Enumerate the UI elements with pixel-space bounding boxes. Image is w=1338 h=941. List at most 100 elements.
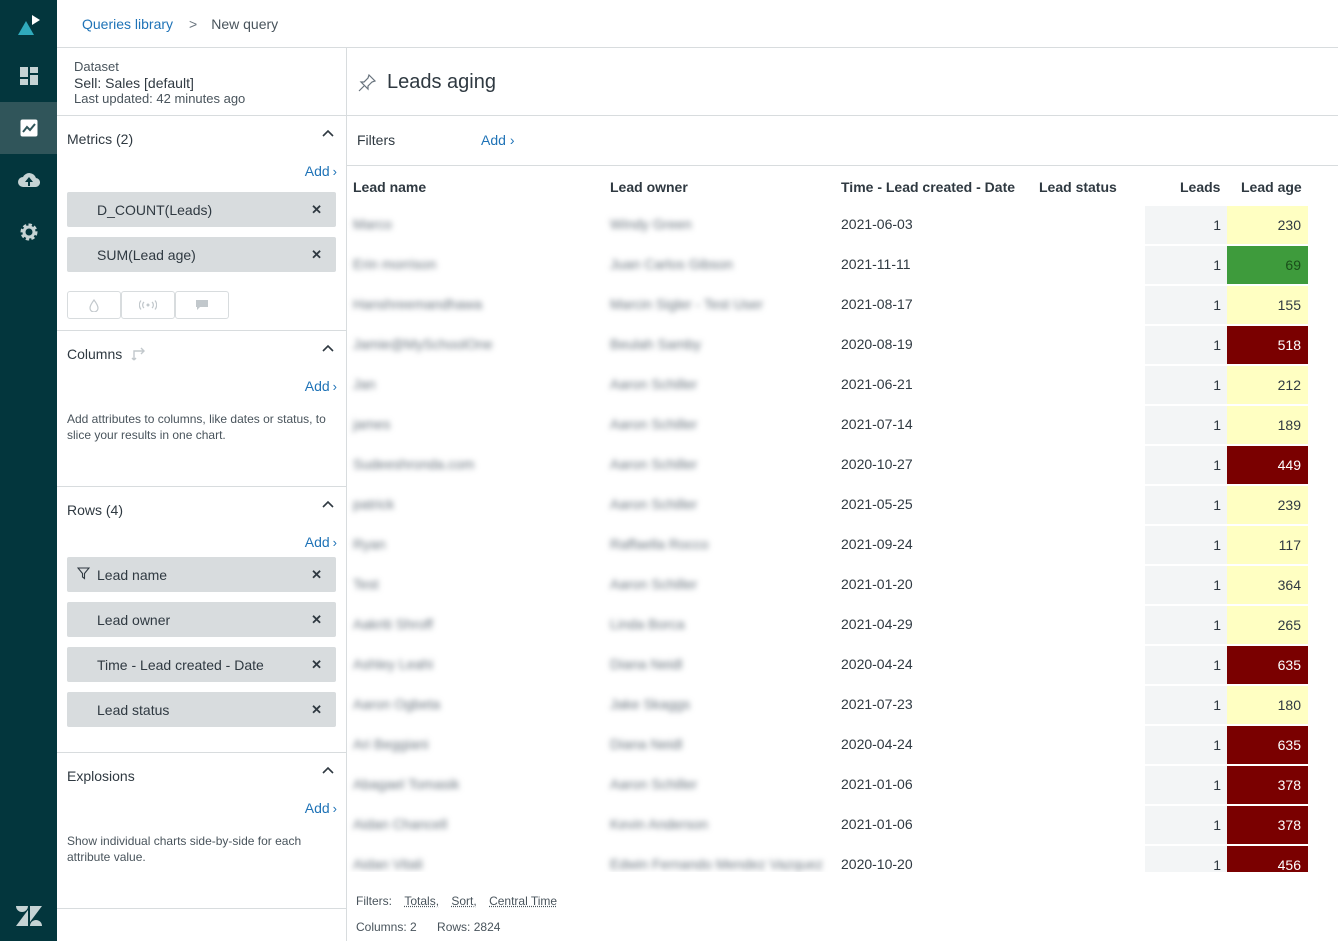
table-row[interactable]: Marco Windy Green 2021-06-03 1 230 bbox=[347, 204, 1338, 244]
lead-created-date-cell: 2021-04-29 bbox=[841, 604, 1031, 644]
table-row[interactable]: patrick Aaron Schiller 2021-05-25 1 239 bbox=[347, 484, 1338, 524]
filter-funnel-icon[interactable] bbox=[77, 567, 90, 580]
lead-created-date-cell: 2021-11-11 bbox=[841, 244, 1031, 284]
metric-pill[interactable]: D_COUNT(Leads) ✕ bbox=[67, 192, 336, 227]
remove-row-close-icon[interactable]: ✕ bbox=[311, 567, 322, 583]
reports-icon[interactable] bbox=[0, 102, 57, 154]
columns-title: Columns bbox=[67, 346, 147, 362]
leads-count-cell: 1 bbox=[1145, 686, 1227, 724]
leads-count-cell: 1 bbox=[1145, 486, 1227, 524]
metric-pill[interactable]: SUM(Lead age) ✕ bbox=[67, 237, 336, 272]
add-metric-link[interactable]: Add › bbox=[305, 163, 337, 179]
broadcast-icon[interactable] bbox=[121, 291, 175, 319]
settings-gear-icon[interactable] bbox=[0, 206, 57, 258]
add-row-link[interactable]: Add › bbox=[305, 534, 337, 550]
lead-name-cell: Aaron Ogbeta bbox=[353, 684, 598, 724]
table-row[interactable]: Sudeeshronda.com Aaron Schiller 2020-10-27… bbox=[347, 444, 1338, 484]
breadcrumb-queries-library-link[interactable]: Queries library bbox=[82, 16, 173, 32]
sidebar-divider bbox=[57, 908, 347, 941]
remove-row-close-icon[interactable]: ✕ bbox=[311, 702, 322, 718]
lead-created-date-cell: 2021-05-25 bbox=[841, 484, 1031, 524]
lead-name-cell: Aakriti Shroff bbox=[353, 604, 598, 644]
lead-age-cell: 518 bbox=[1227, 326, 1308, 364]
table-row[interactable]: Ryan Raffaella Rocco 2021-09-24 1 117 bbox=[347, 524, 1338, 564]
lead-owner-cell: Aaron Schiller bbox=[610, 764, 835, 804]
table-row[interactable]: Aidan Vitali Edwin Fernando Mendez Vazque… bbox=[347, 844, 1338, 872]
dashboards-icon[interactable] bbox=[0, 50, 57, 102]
rows-section: Rows (4) Add › Lead name ✕ Lead owner ✕ T… bbox=[57, 486, 347, 752]
lead-age-cell: 449 bbox=[1227, 446, 1308, 484]
add-explosion-link[interactable]: Add › bbox=[305, 800, 337, 816]
pin-icon[interactable] bbox=[358, 74, 376, 92]
add-column-link[interactable]: Add › bbox=[305, 378, 337, 394]
lead-owner-cell: Juan Carlos Gibson bbox=[610, 244, 835, 284]
column-header-lead-owner[interactable]: Lead owner bbox=[610, 179, 688, 195]
explore-logo-icon[interactable] bbox=[0, 0, 57, 52]
column-header-lead-created-date[interactable]: Time - Lead created - Date bbox=[841, 179, 1015, 195]
lead-age-cell: 456 bbox=[1227, 846, 1308, 872]
table-row[interactable]: james Aaron Schiller 2021-07-14 1 189 bbox=[347, 404, 1338, 444]
table-row[interactable]: Jamie@MySchoolOne Beulah Samby 2020-08-19 1… bbox=[347, 324, 1338, 364]
color-drop-icon[interactable] bbox=[67, 291, 121, 319]
table-row[interactable]: Test Aaron Schiller 2021-01-20 1 364 bbox=[347, 564, 1338, 604]
add-filter-link[interactable]: Add › bbox=[481, 132, 515, 148]
dataset-name: Sell: Sales [default] bbox=[74, 75, 245, 91]
footer-timezone-link[interactable]: Central Time bbox=[489, 894, 557, 908]
results-footer: Filters: Totals, Sort, Central Time Colu… bbox=[347, 872, 1338, 941]
table-row[interactable]: Aaron Ogbeta Jake Skaggs 2021-07-23 1 180 bbox=[347, 684, 1338, 724]
lead-name-cell: Erin morrison bbox=[353, 244, 598, 284]
footer-sort-link[interactable]: Sort, bbox=[451, 894, 476, 908]
column-header-leads[interactable]: Leads bbox=[1180, 179, 1220, 195]
add-row-label: Add bbox=[305, 534, 330, 550]
table-row[interactable]: Ashley Leahi Diana Neidl 2020-04-24 1 635 bbox=[347, 644, 1338, 684]
comment-icon[interactable] bbox=[175, 291, 229, 319]
chevron-up-icon[interactable] bbox=[322, 129, 334, 137]
swap-axes-icon[interactable] bbox=[131, 346, 147, 362]
remove-row-close-icon[interactable]: ✕ bbox=[311, 612, 322, 628]
table-row[interactable]: Aakriti Shroff Linda Borca 2021-04-29 1 265 bbox=[347, 604, 1338, 644]
leads-count-cell: 1 bbox=[1145, 406, 1227, 444]
table-row[interactable]: Ari Beggiani Diana Neidl 2020-04-24 1 635 bbox=[347, 724, 1338, 764]
results-table: Lead name Lead owner Time - Lead created… bbox=[347, 166, 1338, 872]
query-result-panel: Leads aging Filters Add › Lead name Lead … bbox=[347, 48, 1338, 941]
leads-count-cell: 1 bbox=[1145, 806, 1227, 844]
lead-name-cell: Ari Beggiani bbox=[353, 724, 598, 764]
leads-count-cell: 1 bbox=[1145, 286, 1227, 324]
remove-metric-close-icon[interactable]: ✕ bbox=[311, 247, 322, 263]
row-pill[interactable]: Lead status ✕ bbox=[67, 692, 336, 727]
dataset-info[interactable]: Dataset Sell: Sales [default] Last updat… bbox=[74, 59, 245, 107]
column-header-lead-name[interactable]: Lead name bbox=[353, 179, 426, 195]
footer-totals-link[interactable]: Totals, bbox=[404, 894, 439, 908]
row-pill[interactable]: Time - Lead created - Date ✕ bbox=[67, 647, 336, 682]
lead-age-cell: 69 bbox=[1227, 246, 1308, 284]
lead-age-cell: 265 bbox=[1227, 606, 1308, 644]
chevron-up-icon[interactable] bbox=[322, 500, 334, 508]
table-row[interactable]: Hanshreemandhawa Marcin Sigler - Test Use… bbox=[347, 284, 1338, 324]
explosions-section: Explosions Add › Show individual charts s… bbox=[57, 752, 347, 908]
query-title[interactable]: Leads aging bbox=[387, 71, 496, 94]
lead-owner-cell: Aaron Schiller bbox=[610, 444, 835, 484]
remove-metric-close-icon[interactable]: ✕ bbox=[311, 202, 322, 218]
upload-cloud-icon[interactable] bbox=[0, 154, 57, 206]
dataset-updated: Last updated: 42 minutes ago bbox=[74, 91, 245, 107]
table-row[interactable]: Jan Aaron Schiller 2021-06-21 1 212 bbox=[347, 364, 1338, 404]
column-header-lead-age[interactable]: Lead age bbox=[1241, 179, 1302, 195]
zendesk-logo-icon[interactable] bbox=[0, 890, 57, 941]
metric-options bbox=[67, 291, 229, 319]
chevron-up-icon[interactable] bbox=[322, 344, 334, 352]
column-header-lead-status[interactable]: Lead status bbox=[1039, 179, 1117, 195]
table-row[interactable]: Abagael Tomasik Aaron Schiller 2021-01-06 1… bbox=[347, 764, 1338, 804]
query-title-bar: Leads aging bbox=[347, 48, 1338, 116]
leads-count-cell: 1 bbox=[1145, 566, 1227, 604]
lead-name-cell: Abagael Tomasik bbox=[353, 764, 598, 804]
table-row[interactable]: Aidan Chancell Kevin Anderson 2021-01-06 1 3… bbox=[347, 804, 1338, 844]
add-metric-label: Add bbox=[305, 163, 330, 179]
lead-owner-cell: Beulah Samby bbox=[610, 324, 835, 364]
table-row[interactable]: Erin morrison Juan Carlos Gibson 2021-11-1… bbox=[347, 244, 1338, 284]
chevron-up-icon[interactable] bbox=[322, 766, 334, 774]
leads-count-cell: 1 bbox=[1145, 526, 1227, 564]
row-pill[interactable]: Lead name ✕ bbox=[67, 557, 336, 592]
row-pill[interactable]: Lead owner ✕ bbox=[67, 602, 336, 637]
remove-row-close-icon[interactable]: ✕ bbox=[311, 657, 322, 673]
breadcrumb-separator: > bbox=[189, 16, 197, 32]
